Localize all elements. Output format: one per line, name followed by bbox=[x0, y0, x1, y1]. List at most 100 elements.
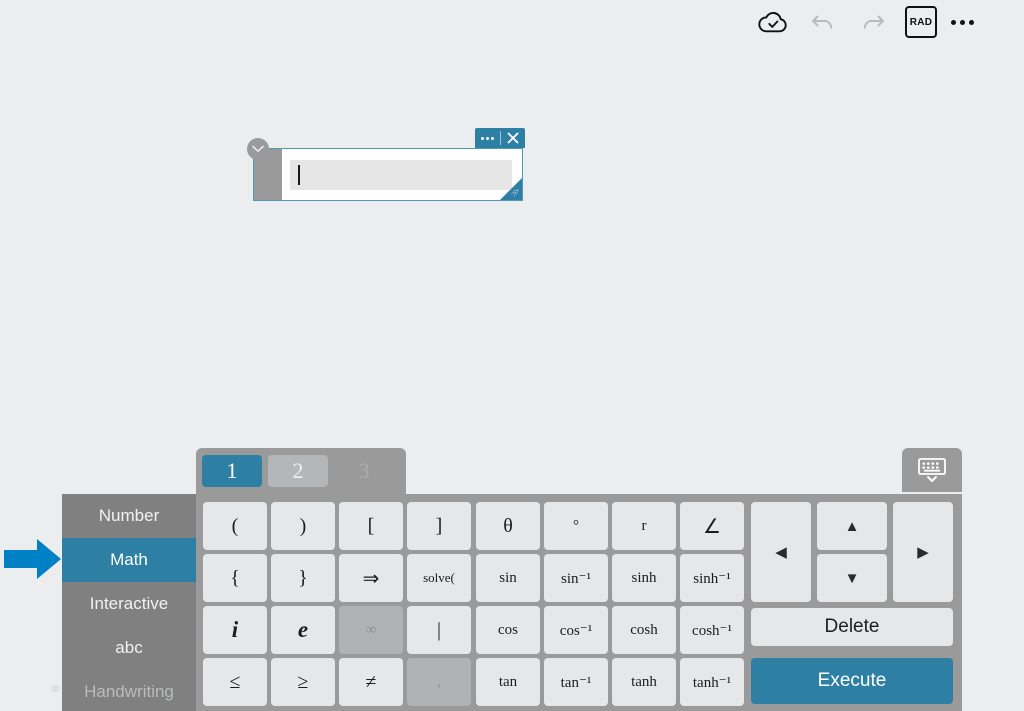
trig-key[interactable]: θ bbox=[476, 502, 540, 550]
math-input-field-wrapper[interactable] bbox=[282, 149, 522, 200]
trig-key[interactable]: cos⁻¹ bbox=[544, 606, 608, 654]
symbol-key[interactable]: ] bbox=[407, 502, 471, 550]
trig-key[interactable]: tanh⁻¹ bbox=[680, 658, 744, 706]
math-box-resize-handle[interactable] bbox=[500, 178, 522, 200]
symbol-key[interactable]: ≠ bbox=[339, 658, 403, 706]
symbol-key[interactable]: ( bbox=[203, 502, 267, 550]
symbol-key[interactable]: ) bbox=[271, 502, 335, 550]
key-label: | bbox=[436, 618, 441, 641]
math-box-collapse-button[interactable] bbox=[247, 138, 269, 160]
trig-key[interactable]: cosh⁻¹ bbox=[680, 606, 744, 654]
symbol-key[interactable]: ≤ bbox=[203, 658, 267, 706]
save-status-button[interactable] bbox=[755, 4, 791, 40]
execute-label: Execute bbox=[817, 670, 887, 691]
key-label: , bbox=[437, 673, 441, 690]
more-options-icon bbox=[960, 19, 965, 25]
trig-key[interactable]: ° bbox=[544, 502, 608, 550]
key-label: cos⁻¹ bbox=[559, 622, 593, 639]
key-label: ∠ bbox=[703, 515, 721, 538]
top-toolbar: RAD bbox=[755, 0, 1024, 44]
trig-key[interactable]: tan bbox=[476, 658, 540, 706]
keyboard-category-math[interactable]: Math bbox=[62, 538, 196, 582]
cursor-left-button[interactable]: ◀ bbox=[751, 502, 811, 602]
trig-key[interactable]: sin bbox=[476, 554, 540, 602]
trig-key[interactable]: sin⁻¹ bbox=[544, 554, 608, 602]
keyboard-category-interactive[interactable]: Interactive bbox=[62, 582, 196, 626]
arrow-down-icon: ▼ bbox=[844, 569, 860, 587]
arrow-up-icon: ▲ bbox=[844, 517, 860, 535]
symbol-key[interactable]: | bbox=[407, 606, 471, 654]
math-box-body: ≫ bbox=[253, 148, 523, 201]
key-label: θ bbox=[503, 514, 513, 537]
key-label: cosh bbox=[630, 621, 658, 638]
trig-key[interactable]: tanh bbox=[612, 658, 676, 706]
tab-label: 3 bbox=[358, 458, 370, 483]
trig-key[interactable]: cos bbox=[476, 606, 540, 654]
symbol-key[interactable]: i bbox=[203, 606, 267, 654]
key-label: ] bbox=[435, 514, 443, 537]
keyboard-page-tabbar: 1 2 3 bbox=[196, 448, 406, 494]
key-label: } bbox=[298, 566, 308, 589]
hide-keyboard-button[interactable] bbox=[902, 448, 962, 492]
symbol-key[interactable]: [ bbox=[339, 502, 403, 550]
math-box-titlebar bbox=[475, 128, 525, 148]
more-options-icon bbox=[969, 19, 974, 25]
corner-watermark-icon: ⚭ bbox=[48, 680, 63, 699]
key-label: ⇒ bbox=[362, 567, 380, 590]
math-box-more-button[interactable] bbox=[475, 128, 500, 148]
trig-key[interactable]: r bbox=[612, 502, 676, 550]
trig-key[interactable]: sinh⁻¹ bbox=[680, 554, 744, 602]
key-label: ( bbox=[231, 514, 239, 537]
trig-key[interactable]: tan⁻¹ bbox=[544, 658, 608, 706]
symbol-key[interactable]: } bbox=[271, 554, 335, 602]
math-box-close-button[interactable] bbox=[500, 128, 525, 148]
redo-icon bbox=[863, 15, 884, 29]
tab-label: 1 bbox=[226, 458, 238, 483]
key-label: ≤ bbox=[229, 670, 241, 693]
cursor-down-button[interactable]: ▼ bbox=[817, 554, 887, 602]
right-arrow-annotation-icon bbox=[4, 539, 61, 579]
keyboard-category-abc[interactable]: abc bbox=[62, 626, 196, 670]
key-label: solve( bbox=[423, 570, 455, 585]
math-input-field[interactable] bbox=[290, 159, 512, 190]
category-label: abc bbox=[115, 638, 143, 657]
keyboard-page-tab-2[interactable]: 2 bbox=[268, 455, 328, 487]
category-label: Math bbox=[110, 550, 148, 569]
key-label: { bbox=[230, 566, 240, 589]
undo-button[interactable] bbox=[805, 4, 841, 40]
key-label: sinh bbox=[631, 569, 657, 586]
key-label: sin⁻¹ bbox=[561, 570, 591, 587]
tab-label: 2 bbox=[292, 458, 304, 483]
undo-icon bbox=[812, 15, 833, 29]
keyboard-page-tab-3[interactable]: 3 bbox=[334, 455, 394, 487]
symbol-key[interactable]: solve( bbox=[407, 554, 471, 602]
symbol-key[interactable]: ⇒ bbox=[339, 554, 403, 602]
keyboard-category-handwriting[interactable]: Handwriting bbox=[62, 670, 196, 711]
trig-key[interactable]: ∠ bbox=[680, 502, 744, 550]
key-label: cos bbox=[498, 621, 518, 638]
cursor-up-button[interactable]: ▲ bbox=[817, 502, 887, 550]
key-label: ° bbox=[573, 517, 579, 534]
symbol-key[interactable]: { bbox=[203, 554, 267, 602]
angle-mode-button[interactable]: RAD bbox=[905, 6, 937, 38]
redo-button[interactable] bbox=[855, 4, 891, 40]
keyboard-page-tab-1[interactable]: 1 bbox=[202, 455, 262, 487]
cursor-right-button[interactable]: ▶ bbox=[893, 502, 953, 602]
key-label: tan⁻¹ bbox=[560, 674, 592, 691]
annotation-arrow bbox=[4, 538, 62, 580]
trig-key[interactable]: cosh bbox=[612, 606, 676, 654]
symbol-key[interactable]: ≥ bbox=[271, 658, 335, 706]
key-label: ≥ bbox=[297, 670, 309, 693]
chevron-down-icon bbox=[252, 145, 264, 152]
overflow-menu-button[interactable] bbox=[951, 19, 974, 25]
key-label: ∞ bbox=[365, 621, 377, 638]
delete-button[interactable]: Delete bbox=[751, 608, 953, 646]
keyboard-category-number[interactable]: Number bbox=[62, 494, 196, 538]
keyboard-category-list: Number Math Interactive abc Handwriting bbox=[62, 494, 196, 711]
category-label: Handwriting bbox=[84, 682, 174, 701]
cloud-check-icon bbox=[758, 12, 787, 33]
execute-button[interactable]: Execute bbox=[751, 658, 953, 704]
more-options-icon bbox=[481, 136, 494, 140]
trig-key[interactable]: sinh bbox=[612, 554, 676, 602]
symbol-key[interactable]: e bbox=[271, 606, 335, 654]
